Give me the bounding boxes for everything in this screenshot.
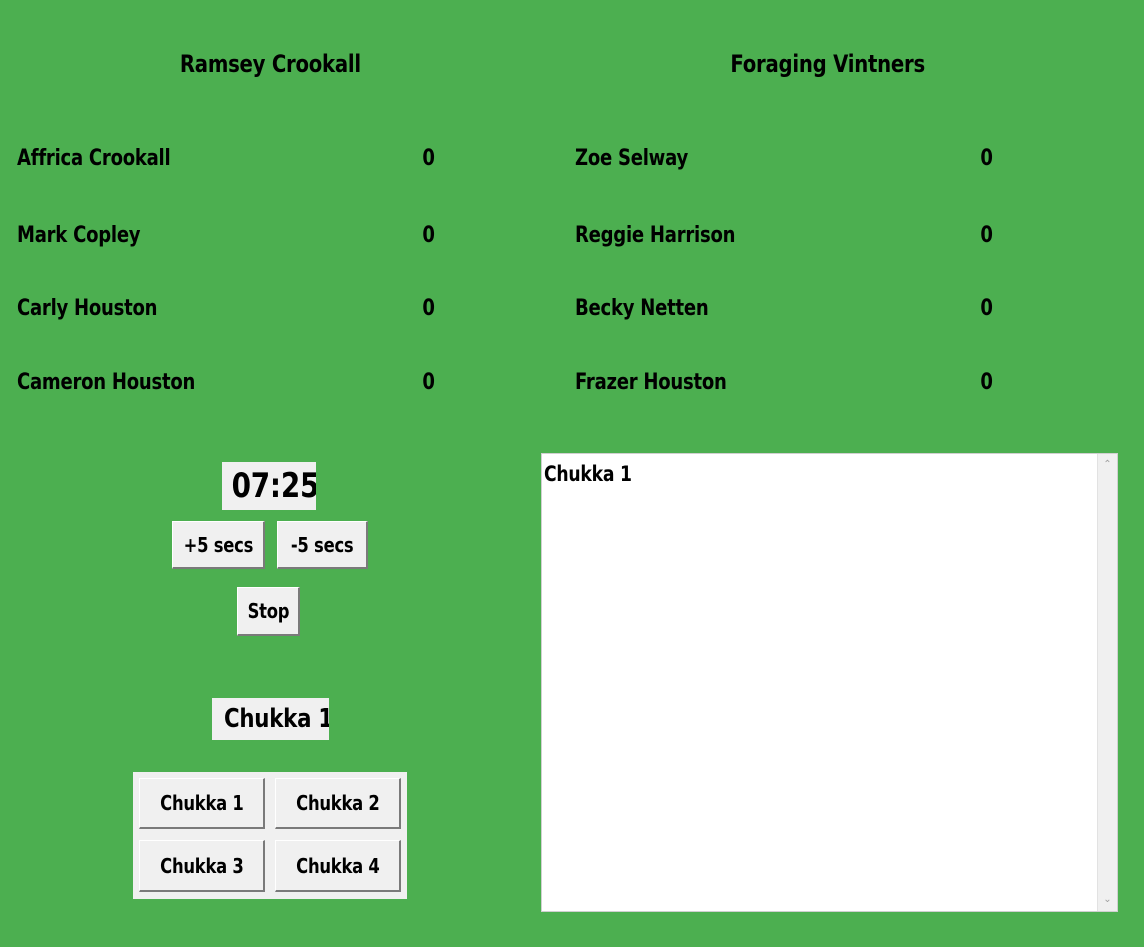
chukka-1-button[interactable]: Chukka 1	[139, 778, 265, 829]
team-2-player-3-name: Becky Netten	[575, 296, 709, 321]
team-2-player-3-score: 0	[980, 296, 994, 321]
team-1-player-3-score: 0	[422, 296, 436, 321]
team-2-player-2-name: Reggie Harrison	[575, 223, 736, 248]
team-1-player-4-name: Cameron Houston	[17, 370, 196, 395]
subtract-5-seconds-button[interactable]: -5 secs	[277, 521, 368, 569]
add-5-seconds-button[interactable]: +5 secs	[172, 521, 265, 569]
team-2-player-4-name: Frazer Houston	[575, 370, 727, 395]
team-1-player-4-score: 0	[422, 370, 436, 395]
current-chukka-label: Chukka 1	[212, 698, 329, 740]
timer-display: 07:25	[222, 462, 316, 510]
team-2-player-4-score: 0	[980, 370, 994, 395]
team-2-player-2-score: 0	[980, 223, 994, 248]
stop-button[interactable]: Stop	[237, 587, 300, 636]
chevron-down-icon[interactable]: ⌄	[1098, 891, 1117, 909]
team-1-player-1-name: Affrica Crookall	[17, 146, 171, 171]
team-1-player-1-score: 0	[422, 146, 436, 171]
event-log-textarea[interactable]: Chukka 1 ⌃ ⌄	[541, 453, 1118, 912]
chukka-2-button[interactable]: Chukka 2	[275, 778, 401, 829]
team-1-name: Ramsey Crookall	[179, 50, 361, 78]
event-log-text: Chukka 1	[544, 462, 632, 486]
chevron-up-icon[interactable]: ⌃	[1098, 456, 1117, 474]
team-1-player-2-score: 0	[422, 223, 436, 248]
chukka-4-button[interactable]: Chukka 4	[275, 840, 401, 892]
team-2-player-1-name: Zoe Selway	[575, 146, 688, 171]
event-log-scrollbar[interactable]: ⌃ ⌄	[1097, 454, 1117, 911]
team-1-player-3-name: Carly Houston	[17, 296, 158, 321]
chukka-3-button[interactable]: Chukka 3	[139, 840, 265, 892]
team-1-player-2-name: Mark Copley	[17, 223, 141, 248]
team-2-name: Foraging Vintners	[730, 50, 926, 78]
team-2-player-1-score: 0	[980, 146, 994, 171]
